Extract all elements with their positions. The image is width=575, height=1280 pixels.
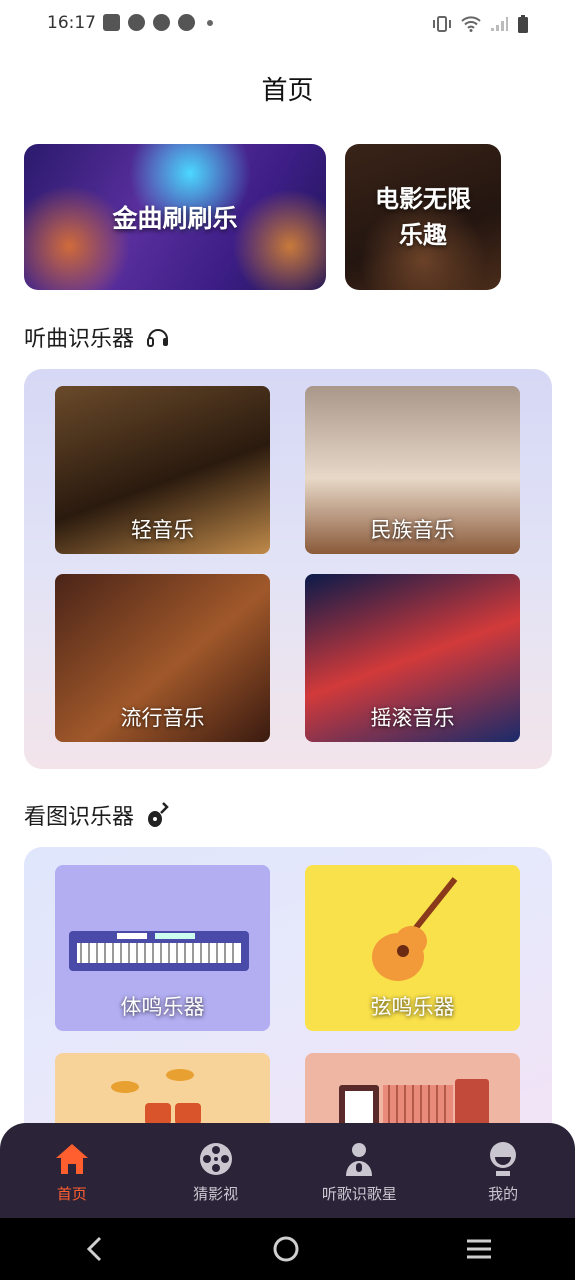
guitar-illustration-icon xyxy=(372,877,458,981)
tab-identify-singer[interactable]: 听歌识歌星 xyxy=(288,1123,432,1218)
profile-icon xyxy=(485,1141,521,1177)
tab-guess-movie[interactable]: 猜影视 xyxy=(144,1123,288,1218)
banner-label: 电影无限 乐趣 xyxy=(375,181,471,253)
home-circle-icon[interactable] xyxy=(272,1235,300,1263)
light-music-card[interactable]: 轻音乐 xyxy=(55,386,270,554)
section-title-image: 看图识乐器 xyxy=(24,799,170,831)
listen-instrument-panel: 轻音乐 民族音乐 流行音乐 摇滚音乐 xyxy=(24,369,552,769)
image-instrument-panel: 体鸣乐器 弦鸣乐器 xyxy=(24,847,552,1147)
guitar-icon xyxy=(148,802,169,827)
more-notifications-icon xyxy=(207,19,213,26)
signal-icon xyxy=(491,17,508,31)
tab-label: 听歌识歌星 xyxy=(321,1185,397,1203)
tab-label: 首页 xyxy=(56,1185,87,1203)
keyboard-illustration-icon xyxy=(69,931,249,971)
page-title: 首页 xyxy=(261,76,314,106)
pop-music-card[interactable]: 流行音乐 xyxy=(55,574,270,742)
rock-music-card[interactable]: 摇滚音乐 xyxy=(305,574,520,742)
notification-app-icon xyxy=(178,14,195,31)
card-label: 流行音乐 xyxy=(120,706,205,730)
system-navigation-bar xyxy=(0,1218,575,1280)
banner-label-line1: 电影无限 xyxy=(375,185,471,213)
system-icons xyxy=(432,14,529,34)
tab-home[interactable]: 首页 xyxy=(0,1123,144,1218)
home-icon xyxy=(54,1141,90,1177)
singer-mic-icon xyxy=(341,1141,377,1177)
card-label: 摇滚音乐 xyxy=(370,706,455,730)
card-label: 民族音乐 xyxy=(370,518,455,542)
notification-icons xyxy=(103,14,213,31)
movie-fun-banner[interactable]: 电影无限 乐趣 xyxy=(345,144,501,290)
idiophone-card[interactable]: 体鸣乐器 xyxy=(55,865,270,1031)
section-title-text: 听曲识乐器 xyxy=(24,327,135,352)
tab-label: 我的 xyxy=(488,1185,519,1203)
tab-label: 猜影视 xyxy=(193,1185,239,1203)
golden-songs-banner[interactable]: 金曲刷刷乐 xyxy=(24,144,326,290)
menu-icon[interactable] xyxy=(465,1237,493,1261)
notification-message-icon xyxy=(103,14,120,31)
notification-app-icon xyxy=(128,14,145,31)
vibrate-icon xyxy=(433,16,451,32)
folk-music-card[interactable]: 民族音乐 xyxy=(305,386,520,554)
card-label: 轻音乐 xyxy=(131,518,194,542)
bottom-tab-bar: 首页 猜影视 听歌识歌星 我的 xyxy=(0,1123,575,1218)
banner-label-line2: 乐趣 xyxy=(399,221,447,249)
film-reel-icon xyxy=(198,1141,234,1177)
status-time: 16:17 xyxy=(47,13,96,33)
status-bar: 16:17 xyxy=(0,0,575,48)
tab-mine[interactable]: 我的 xyxy=(431,1123,575,1218)
headphones-icon xyxy=(147,329,169,347)
back-icon[interactable] xyxy=(83,1235,107,1263)
battery-icon xyxy=(518,15,528,33)
card-label: 弦鸣乐器 xyxy=(370,995,455,1019)
section-title-listen: 听曲识乐器 xyxy=(24,321,170,353)
banner-label: 金曲刷刷乐 xyxy=(112,204,238,233)
section-title-text: 看图识乐器 xyxy=(24,805,135,830)
chordophone-card[interactable]: 弦鸣乐器 xyxy=(305,865,520,1031)
card-label: 体鸣乐器 xyxy=(120,995,205,1019)
notification-app-icon xyxy=(153,14,170,31)
wifi-icon xyxy=(461,16,481,32)
